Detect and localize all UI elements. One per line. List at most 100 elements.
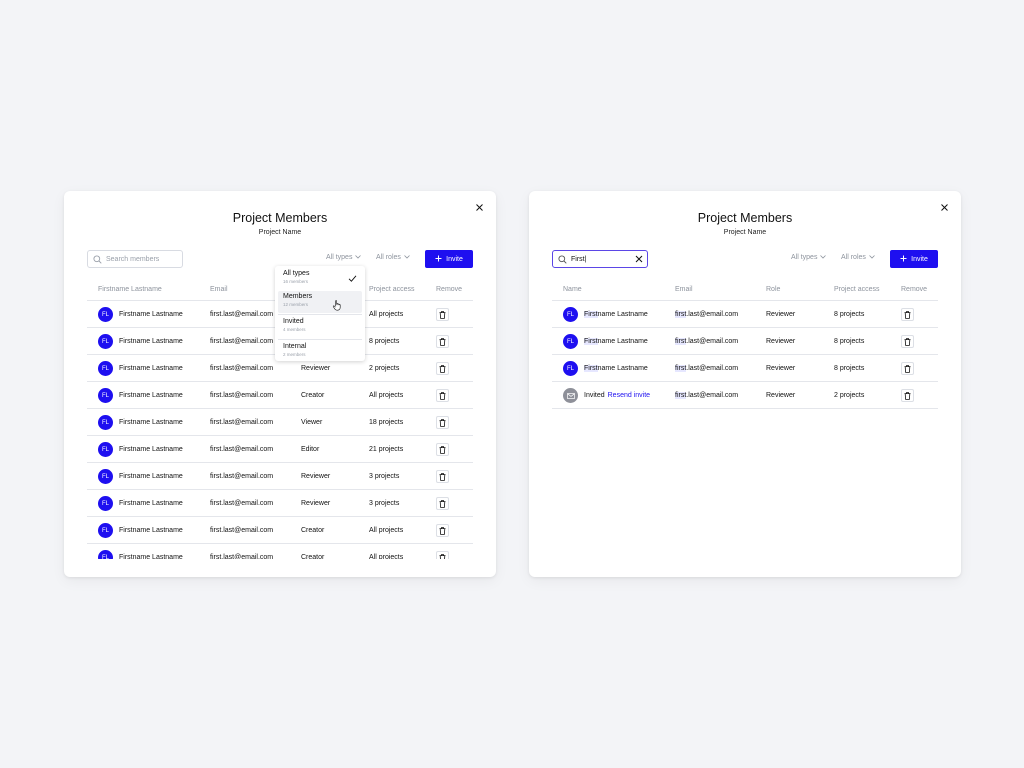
member-email: first.last@email.com bbox=[210, 419, 274, 426]
member-name: Firstname Lastname bbox=[584, 338, 648, 345]
remove-button[interactable] bbox=[436, 389, 449, 402]
search-match-highlight: first bbox=[675, 338, 687, 345]
table-header: Name Email Role Project access Remove bbox=[552, 279, 938, 301]
mail-icon bbox=[566, 392, 575, 399]
member-email: first.last@email.com bbox=[210, 446, 274, 453]
member-email-rest: .last@email.com bbox=[686, 392, 739, 399]
search-match-highlight: first bbox=[675, 311, 687, 318]
member-access[interactable]: 2 projects bbox=[834, 392, 864, 399]
dropdown-option-invited[interactable]: Invited 4 members bbox=[278, 316, 362, 338]
avatar: FL bbox=[98, 523, 113, 538]
invite-status: Invited Resend invite bbox=[584, 392, 650, 399]
dropdown-option-members[interactable]: Members 12 members bbox=[278, 291, 362, 313]
remove-button[interactable] bbox=[436, 524, 449, 537]
avatar: FL bbox=[98, 361, 113, 376]
avatar: FL bbox=[98, 307, 113, 322]
remove-button[interactable] bbox=[901, 389, 914, 402]
trash-icon bbox=[904, 391, 911, 400]
filter-types-label: All types bbox=[791, 254, 818, 261]
column-header-remove: Remove bbox=[901, 286, 928, 293]
invite-button[interactable]: Invite bbox=[425, 250, 473, 268]
member-role[interactable]: Viewer bbox=[301, 419, 322, 426]
table-row: FL Firstname Lastname first.last@email.com… bbox=[552, 355, 938, 382]
option-count: 4 members bbox=[283, 327, 306, 332]
member-access[interactable]: 8 projects bbox=[369, 338, 399, 345]
dropdown-option-internal[interactable]: Internal 2 members bbox=[278, 341, 362, 363]
trash-icon bbox=[904, 337, 911, 346]
column-header-remove: Remove bbox=[436, 286, 463, 293]
column-header-name: Firstname Lastname bbox=[98, 286, 162, 293]
member-access[interactable]: All projects bbox=[369, 392, 403, 399]
member-access[interactable]: 3 projects bbox=[369, 500, 399, 507]
member-access[interactable]: 8 projects bbox=[834, 311, 864, 318]
remove-button[interactable] bbox=[436, 335, 449, 348]
dropdown-divider bbox=[278, 314, 362, 315]
member-role[interactable]: Reviewer bbox=[766, 311, 795, 318]
filter-types[interactable]: All types bbox=[326, 254, 362, 261]
dropdown-option-all-types[interactable]: All types 16 members bbox=[278, 268, 362, 290]
member-email: first.last@email.com bbox=[210, 554, 274, 559]
column-header-access: Project access bbox=[369, 286, 415, 293]
member-name: Firstname Lastname bbox=[119, 392, 183, 399]
avatar-invited bbox=[563, 388, 578, 403]
remove-button[interactable] bbox=[901, 308, 914, 321]
invite-label: Invite bbox=[446, 255, 463, 263]
resend-invite-link[interactable]: Resend invite bbox=[608, 392, 650, 399]
remove-button[interactable] bbox=[901, 362, 914, 375]
remove-button[interactable] bbox=[436, 362, 449, 375]
member-access[interactable]: 2 projects bbox=[369, 365, 399, 372]
remove-button[interactable] bbox=[436, 551, 449, 559]
filter-roles[interactable]: All roles bbox=[376, 254, 410, 261]
member-access[interactable]: All projects bbox=[369, 311, 403, 318]
member-role[interactable]: Reviewer bbox=[766, 338, 795, 345]
filter-roles[interactable]: All roles bbox=[841, 254, 875, 261]
search-input[interactable]: Search members bbox=[87, 250, 183, 268]
table-row: FL Firstname Lastname first.last@email.com… bbox=[87, 490, 473, 517]
member-access[interactable]: 3 projects bbox=[369, 473, 399, 480]
member-email: first.last@email.com bbox=[675, 392, 738, 399]
member-role[interactable]: Reviewer bbox=[766, 392, 795, 399]
clear-search-icon[interactable] bbox=[635, 255, 643, 263]
trash-icon bbox=[439, 553, 446, 559]
search-input[interactable]: First| bbox=[552, 250, 648, 268]
trash-icon bbox=[439, 526, 446, 535]
member-role[interactable]: Reviewer bbox=[301, 365, 330, 372]
search-results-table: FL Firstname Lastname first.last@email.com… bbox=[552, 301, 938, 559]
member-role[interactable]: Editor bbox=[301, 446, 319, 453]
member-role[interactable]: Creator bbox=[301, 392, 324, 399]
trash-icon bbox=[439, 445, 446, 454]
modal-title: Project Members bbox=[232, 211, 328, 225]
member-role[interactable]: Reviewer bbox=[766, 365, 795, 372]
member-access[interactable]: 21 projects bbox=[369, 446, 403, 453]
member-access[interactable]: All projects bbox=[369, 554, 403, 559]
remove-button[interactable] bbox=[436, 443, 449, 456]
table-row-invited: Invited Resend invite first.last@email.com… bbox=[552, 382, 938, 409]
member-name-rest: name Lastname bbox=[597, 338, 648, 345]
member-email: first.last@email.com bbox=[210, 473, 274, 480]
member-role[interactable]: Reviewer bbox=[301, 500, 330, 507]
remove-button[interactable] bbox=[436, 416, 449, 429]
member-email-rest: .last@email.com bbox=[686, 311, 739, 318]
invite-button[interactable]: Invite bbox=[890, 250, 938, 268]
member-access[interactable]: 8 projects bbox=[834, 338, 864, 345]
table-row: FL Firstname Lastname first.last@email.com… bbox=[552, 328, 938, 355]
remove-button[interactable] bbox=[436, 497, 449, 510]
avatar: FL bbox=[563, 361, 578, 376]
member-access[interactable]: All projects bbox=[369, 527, 403, 534]
remove-button[interactable] bbox=[436, 308, 449, 321]
member-email: first.last@email.com bbox=[210, 527, 274, 534]
table-row: FL Firstname Lastname first.last@email.com… bbox=[87, 436, 473, 463]
member-name: Firstname Lastname bbox=[584, 365, 648, 372]
filter-types[interactable]: All types bbox=[791, 254, 827, 261]
member-role[interactable]: Reviewer bbox=[301, 473, 330, 480]
table-row: FL Firstname Lastname first.last@email.com… bbox=[87, 463, 473, 490]
trash-icon bbox=[439, 364, 446, 373]
member-access[interactable]: 18 projects bbox=[369, 419, 403, 426]
member-role[interactable]: Creator bbox=[301, 554, 324, 559]
member-role[interactable]: Creator bbox=[301, 527, 324, 534]
avatar: FL bbox=[98, 334, 113, 349]
types-dropdown: All types 16 members Members 12 members … bbox=[275, 266, 365, 361]
remove-button[interactable] bbox=[901, 335, 914, 348]
remove-button[interactable] bbox=[436, 470, 449, 483]
member-access[interactable]: 8 projects bbox=[834, 365, 864, 372]
